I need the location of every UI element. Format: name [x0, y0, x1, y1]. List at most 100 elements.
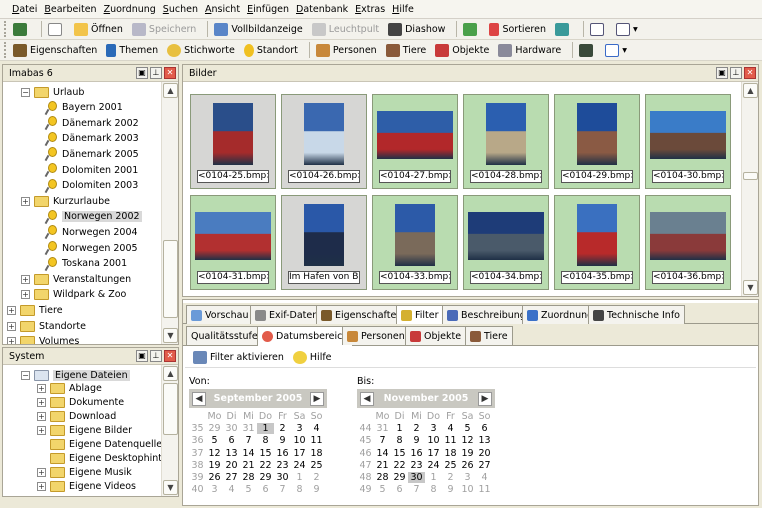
- calendar-day[interactable]: 30: [223, 423, 240, 434]
- chevron-down-icon[interactable]: ▾: [622, 45, 627, 56]
- calendar-day[interactable]: 31: [374, 423, 391, 434]
- calendar-day[interactable]: 12: [206, 448, 223, 459]
- scroll-up-icon[interactable]: ▲: [743, 83, 758, 98]
- tab-eigenschaften[interactable]: Eigenschaften: [316, 305, 408, 324]
- menu-item-zuordnung[interactable]: Zuordnung: [104, 4, 156, 15]
- calendar-day[interactable]: 1: [291, 472, 308, 483]
- tree-item[interactable]: Dänemark 2002: [45, 115, 139, 131]
- tree-item[interactable]: Eigene Datenquellen: [37, 438, 161, 452]
- expander-icon[interactable]: +: [21, 290, 30, 300]
- calendar-day[interactable]: 19: [459, 448, 476, 459]
- tab-zuordnung[interactable]: Zuordnung: [522, 305, 599, 324]
- keywords-button[interactable]: Stichworte: [165, 41, 237, 59]
- tree-item[interactable]: + Wildpark & Zoo: [21, 287, 126, 303]
- fullscreen-button[interactable]: Vollbildanzeige: [212, 20, 304, 38]
- tab-exifdaten[interactable]: Exif-Daten: [250, 305, 324, 324]
- calendar-day[interactable]: 6: [223, 435, 240, 446]
- thumbnail-tile[interactable]: <0104-26.bmp>: [281, 94, 367, 189]
- calendar-day[interactable]: 1: [391, 423, 408, 434]
- tree-item[interactable]: + Eigene Videos: [37, 479, 136, 493]
- pin-icon[interactable]: ⊥: [730, 67, 742, 79]
- calendar-day[interactable]: 18: [442, 448, 459, 459]
- calendar-day[interactable]: 31: [240, 423, 257, 434]
- scroll-down-icon[interactable]: ▼: [163, 328, 178, 343]
- tab-beschreibung[interactable]: Beschreibung: [442, 305, 531, 324]
- database-button[interactable]: [11, 20, 32, 38]
- calendar-day[interactable]: 1: [425, 472, 442, 483]
- calendar-day[interactable]: 4: [442, 423, 459, 434]
- calendar-day[interactable]: 14: [240, 448, 257, 459]
- tree-item[interactable]: + Veranstaltungen: [21, 271, 131, 287]
- calendar-day[interactable]: 21: [240, 460, 257, 471]
- calendar-day[interactable]: 3: [425, 423, 442, 434]
- scroll-thumb[interactable]: [163, 240, 178, 318]
- calendar-day[interactable]: 6: [257, 484, 274, 495]
- objects-button[interactable]: Objekte: [433, 41, 491, 59]
- hardware-button[interactable]: Hardware: [496, 41, 563, 59]
- toolbar-grip[interactable]: [4, 42, 7, 58]
- window-icon[interactable]: ▣: [136, 350, 148, 362]
- tree-item[interactable]: Dolomiten 2003: [45, 178, 138, 194]
- tree-item[interactable]: Toskana 2001: [45, 256, 127, 272]
- scroll-thumb[interactable]: [743, 172, 758, 180]
- menu-item-suchen[interactable]: Suchen: [163, 4, 198, 15]
- filter-tab-objekte[interactable]: Objekte: [405, 326, 467, 345]
- tree-item[interactable]: − Eigene Dateien: [21, 368, 130, 382]
- tree-item[interactable]: Eigene Desktophintergrü: [37, 451, 161, 465]
- tree-item[interactable]: + Dokumente: [37, 396, 124, 410]
- calendar-day[interactable]: 7: [274, 484, 291, 495]
- toolbar-grip[interactable]: [4, 21, 7, 37]
- tab-filter[interactable]: Filter: [396, 305, 444, 325]
- expander-icon[interactable]: +: [37, 426, 46, 436]
- chevron-down-icon[interactable]: ▾: [633, 24, 638, 35]
- expander-icon[interactable]: +: [21, 196, 30, 206]
- calendar-day[interactable]: 8: [391, 435, 408, 446]
- people-button[interactable]: Personen: [314, 41, 379, 59]
- thumbnail-tile[interactable]: <0104-33.bmp>: [372, 195, 458, 290]
- calendar-day[interactable]: 24: [291, 460, 308, 471]
- calendar-day[interactable]: 26: [459, 460, 476, 471]
- calendar-day[interactable]: 2: [442, 472, 459, 483]
- window-icon[interactable]: ▣: [136, 67, 148, 79]
- calendar-day[interactable]: 5: [206, 435, 223, 446]
- calendar-day[interactable]: 9: [274, 435, 291, 446]
- location-button[interactable]: Standort: [242, 41, 300, 59]
- calendar-day[interactable]: 9: [308, 484, 325, 495]
- expander-icon[interactable]: +: [37, 467, 46, 477]
- expander-icon[interactable]: −: [21, 370, 30, 380]
- expander-icon[interactable]: +: [7, 305, 16, 315]
- calendar-day[interactable]: 25: [308, 460, 325, 471]
- tree-item[interactable]: Dänemark 2005: [45, 146, 139, 162]
- calendar-day[interactable]: 8: [291, 484, 308, 495]
- expander-icon[interactable]: +: [7, 321, 16, 331]
- calendar-day[interactable]: 26: [206, 472, 223, 483]
- calendar-day[interactable]: 8: [425, 484, 442, 495]
- help-button[interactable]: Hilfe: [291, 349, 334, 367]
- thumbnail-tile[interactable]: <0104-31.bmp>: [190, 195, 276, 290]
- scroll-up-icon[interactable]: ▲: [163, 366, 178, 381]
- calendar-day[interactable]: 2: [408, 423, 425, 434]
- menu-item-extras[interactable]: Extras: [355, 4, 385, 15]
- calendar-day[interactable]: 5: [240, 484, 257, 495]
- tree-item[interactable]: Norwegen 2002: [45, 209, 142, 225]
- calendar-day[interactable]: 30: [274, 472, 291, 483]
- activate-filter-button[interactable]: Filter aktivieren: [191, 349, 286, 367]
- calendar-day[interactable]: 11: [308, 435, 325, 446]
- slideshow-button[interactable]: Diashow: [386, 20, 447, 38]
- calendar-day[interactable]: 22: [391, 460, 408, 471]
- sort-button[interactable]: Sortieren: [487, 20, 548, 38]
- tree-scrollbar[interactable]: ▲ ▼: [161, 82, 178, 344]
- topics-button[interactable]: Themen: [104, 41, 160, 59]
- calendar-day[interactable]: 2: [308, 472, 325, 483]
- calendar-day[interactable]: 18: [308, 448, 325, 459]
- tree-item[interactable]: + Download: [37, 410, 116, 424]
- menu-item-datei[interactable]: Datei: [12, 4, 37, 15]
- calendar-day[interactable]: 21: [374, 460, 391, 471]
- thumbnail-tile[interactable]: Im Hafen von Bud: [281, 195, 367, 290]
- calendar-day[interactable]: 13: [223, 448, 240, 459]
- thumbnail-tile[interactable]: <0104-29.bmp>: [554, 94, 640, 189]
- calendar-day[interactable]: 4: [223, 484, 240, 495]
- calendar-day[interactable]: 3: [291, 423, 308, 434]
- tree-item[interactable]: Dolomiten 2001: [45, 162, 138, 178]
- calendar-day[interactable]: 10: [459, 484, 476, 495]
